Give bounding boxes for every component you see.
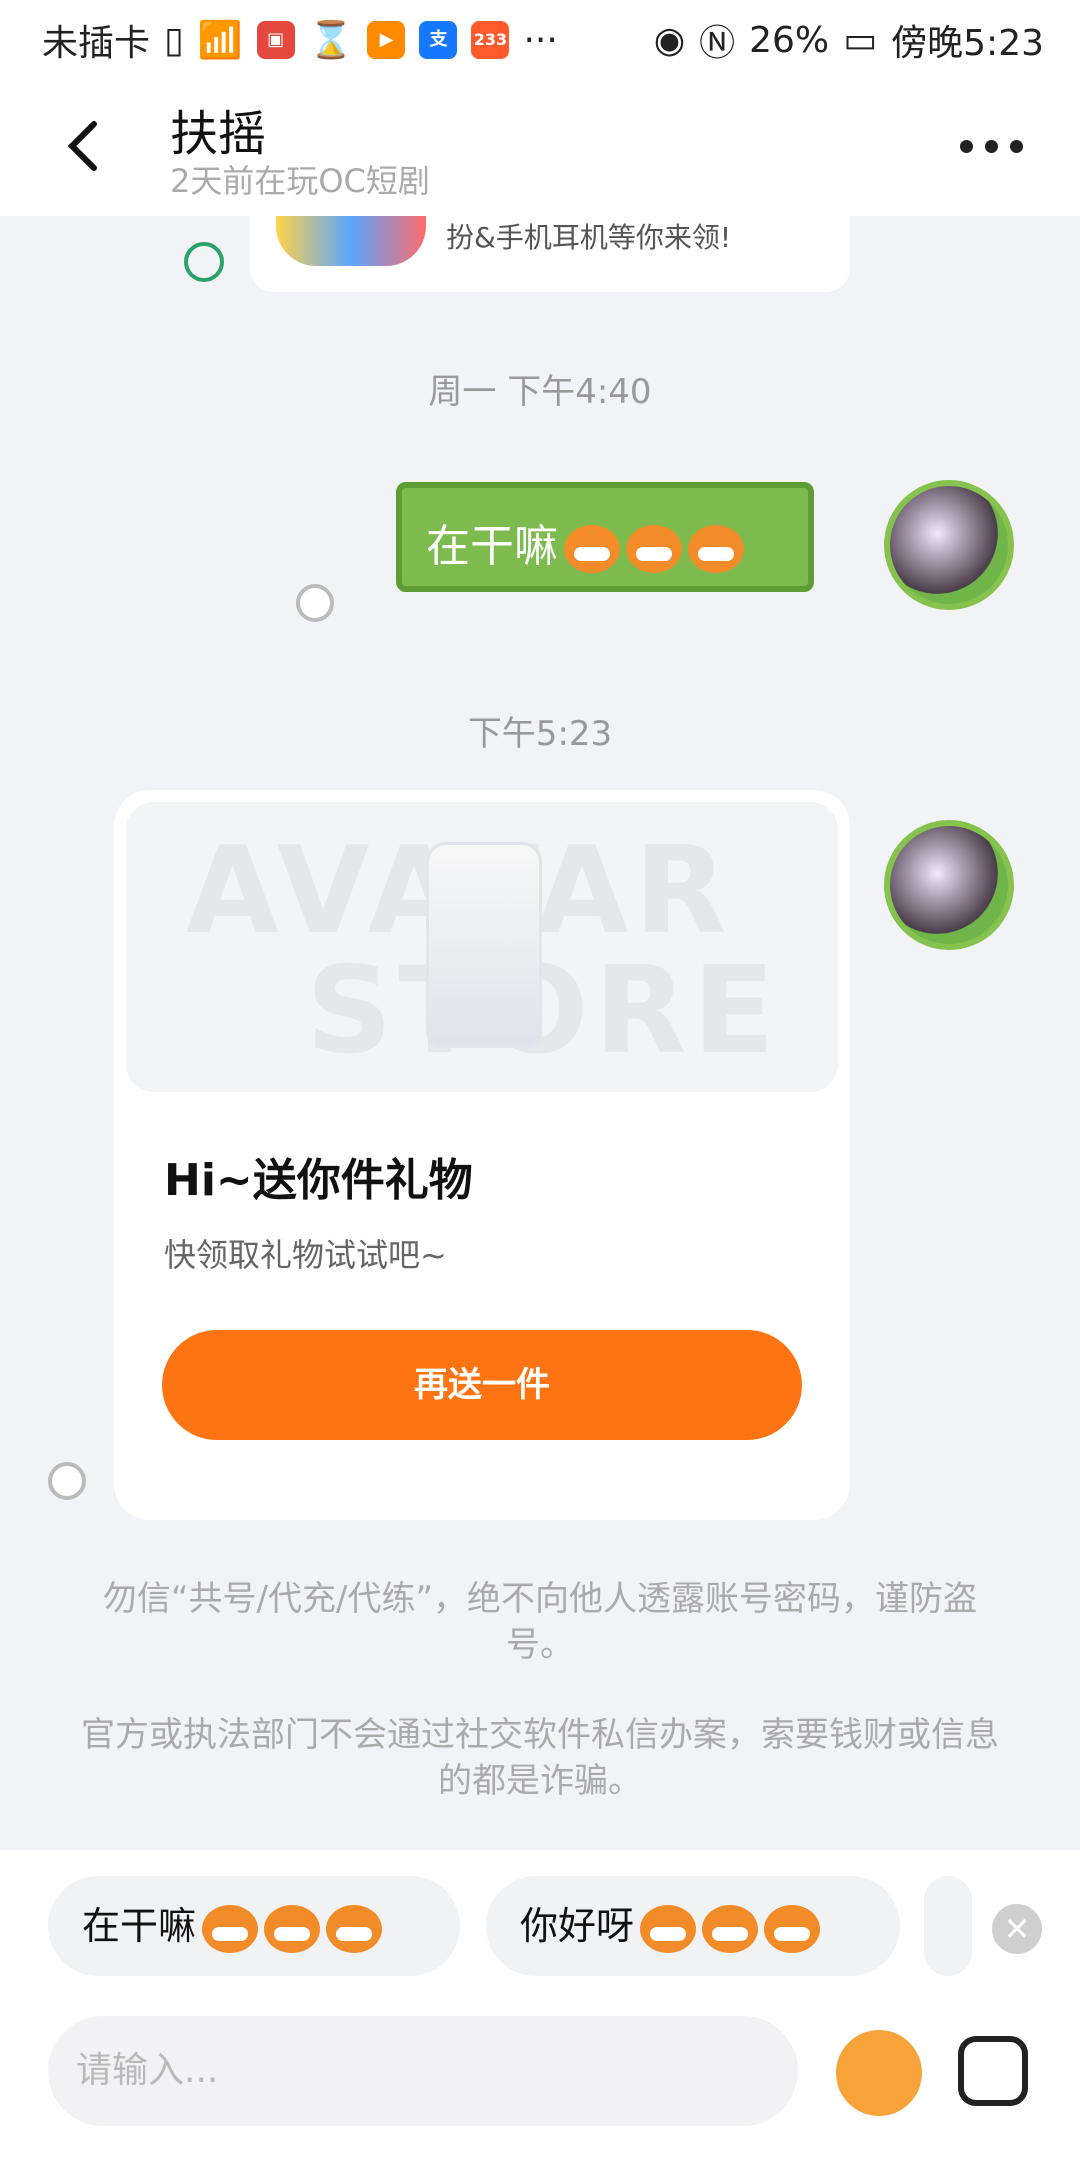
shop-icon: ▣ — [256, 21, 295, 59]
emoji-icon — [688, 525, 744, 573]
gift-card[interactable]: AVATAR STORE Hi~送你件礼物 快领取礼物试试吧~ 再送一件 — [114, 790, 850, 1520]
status-bar: 未插卡 ▯ 📶 ▣ ⌛ ▶ 支 233 ··· ◉ Ⓝ 26% ▭ 傍晚5:23 — [0, 0, 1080, 76]
status-right: ◉ Ⓝ 26% ▭ 傍晚5:23 — [654, 14, 1044, 66]
emoji-icon — [640, 1904, 697, 1953]
watermark-text-2: STORE — [306, 942, 781, 1081]
eye-icon: ◉ — [653, 19, 686, 61]
chevron-left-icon[interactable] — [56, 116, 116, 176]
bottom-bar: 在干嘛 你好呀 ✕ 请输入... — [0, 1850, 1080, 2160]
gift-image: AVATAR STORE — [126, 802, 838, 1092]
warning-text-1: 勿信“共号/代充/代练”，绝不向他人透露账号密码，谨防盗号。 — [102, 1579, 978, 1665]
emoji-icon — [326, 1904, 383, 1953]
emoji-icon — [626, 525, 682, 573]
sim-icon: ▯ — [164, 19, 184, 61]
timestamp-2: 下午5:23 — [467, 714, 613, 754]
emoji-icon — [764, 1904, 821, 1953]
boot-image — [426, 842, 542, 1048]
timestamp-1: 周一 下午4:40 — [428, 372, 652, 412]
avatar[interactable] — [884, 820, 1014, 950]
select-radio[interactable] — [48, 1462, 86, 1500]
chat-header: 扶摇 2天前在玩OC短剧 — [0, 76, 1080, 216]
gift-subtitle: 快领取礼物试试吧~ — [164, 1236, 447, 1274]
emoji-button[interactable] — [836, 2030, 922, 2116]
quick-reply-chip[interactable] — [924, 1876, 972, 1976]
chat-area[interactable]: 扮&手机耳机等你来领! 周一 下午4:40 在干嘛 下午5:23 AVATAR … — [0, 216, 1080, 1850]
chat-subtitle: 2天前在玩OC短剧 — [170, 162, 430, 200]
status-left: 未插卡 ▯ 📶 ▣ ⌛ ▶ 支 233 ··· — [42, 14, 558, 66]
carrier-text: 未插卡 — [42, 23, 151, 64]
image-icon[interactable] — [958, 2036, 1028, 2106]
emoji-icon — [702, 1904, 759, 1953]
quick-reply-chip[interactable]: 在干嘛 — [48, 1876, 460, 1976]
gift-title: Hi~送你件礼物 — [164, 1155, 473, 1206]
avatar[interactable] — [884, 480, 1014, 610]
emoji-icon — [202, 1904, 259, 1953]
battery-percent: 26% — [749, 19, 830, 61]
quick-reply-chip[interactable]: 你好呀 — [486, 1876, 900, 1976]
hourglass-icon: ⌛ — [308, 20, 354, 61]
game-app-icon: 233 — [471, 21, 510, 59]
system-card-image — [276, 216, 426, 266]
warning-text-2: 官方或执法部门不会通过社交软件私信办案，索要钱财或信息的都是诈骗。 — [81, 1715, 999, 1801]
more-status-icon: ··· — [523, 19, 558, 61]
emoji-icon — [564, 525, 620, 573]
video-app-icon: ▶ — [367, 21, 406, 59]
send-again-button[interactable]: 再送一件 — [162, 1330, 802, 1440]
pay-app-icon: 支 — [419, 21, 458, 59]
wifi-icon: 📶 — [197, 20, 243, 61]
select-radio[interactable] — [296, 584, 334, 622]
system-card-text: 扮&手机耳机等你来领! — [446, 221, 732, 254]
message-bubble[interactable]: 在干嘛 — [396, 482, 814, 592]
emoji-icon — [264, 1904, 321, 1953]
battery-icon: ▭ — [843, 19, 878, 61]
message-text: 在干嘛 — [426, 510, 744, 574]
chat-title: 扶摇 — [170, 106, 267, 162]
check-icon — [184, 242, 224, 282]
more-horizontal-icon[interactable] — [960, 126, 1030, 166]
nfc-icon: Ⓝ — [699, 23, 736, 64]
close-icon[interactable]: ✕ — [992, 1904, 1042, 1954]
clock: 傍晚5:23 — [891, 23, 1044, 64]
message-input[interactable]: 请输入... — [48, 2016, 798, 2126]
